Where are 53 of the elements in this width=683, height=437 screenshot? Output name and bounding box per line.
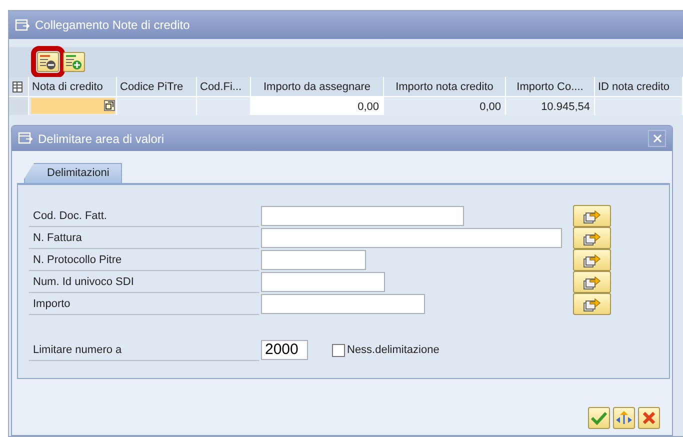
confirm-button[interactable] <box>588 407 610 429</box>
close-icon <box>652 134 662 144</box>
multiple-selection-button[interactable] <box>573 227 611 249</box>
cancel-button[interactable] <box>638 407 660 429</box>
multiple-selection-icon <box>583 296 601 312</box>
checkmark-icon <box>591 411 607 425</box>
column-header[interactable]: Nota di credito <box>29 77 117 96</box>
field-label: Importo <box>29 294 259 314</box>
window-icon <box>15 18 31 32</box>
window-icon <box>18 132 34 145</box>
table-cell <box>197 96 251 115</box>
column-settings-icon[interactable] <box>9 77 29 96</box>
multiple-selection-button[interactable] <box>573 271 611 293</box>
arrows-icon <box>615 410 633 426</box>
field-label: Limitare numero a <box>29 340 259 360</box>
remove-row-icon <box>39 54 57 70</box>
input-field[interactable] <box>261 228 562 248</box>
add-row-button[interactable] <box>63 52 85 72</box>
input-field[interactable] <box>261 206 464 226</box>
table-cell: 0,00 <box>384 96 506 115</box>
checkbox-label: Ness.delimitazione <box>347 342 440 358</box>
multiple-selection-button[interactable] <box>613 407 635 429</box>
close-button[interactable] <box>648 130 666 147</box>
column-header[interactable]: Importo Co.... <box>506 77 595 96</box>
table-cell: 10.945,54 <box>506 96 595 115</box>
input-field[interactable] <box>261 250 366 270</box>
column-header[interactable]: Cod.Fi... <box>197 77 251 96</box>
field-label: Cod. Doc. Fatt. <box>29 206 259 226</box>
multiple-selection-icon <box>583 208 601 224</box>
field-label: N. Fattura <box>29 228 259 248</box>
multiple-selection-button[interactable] <box>573 293 611 315</box>
column-header[interactable]: ID nota credito <box>595 77 683 96</box>
cancel-icon <box>642 411 656 425</box>
dialog-title: Delimitare area di valori <box>38 130 164 148</box>
input-field[interactable] <box>261 294 425 314</box>
column-header[interactable]: Importo da assegnare <box>251 77 384 96</box>
tab[interactable]: Delimitazioni <box>24 163 122 183</box>
window-title: Collegamento Note di credito <box>35 17 190 34</box>
multiple-selection-icon <box>583 252 601 268</box>
table-cell: 0,00 <box>251 96 384 115</box>
field-label: N. Protocollo Pitre <box>29 250 259 270</box>
add-row-icon <box>65 54 83 70</box>
input-field[interactable] <box>31 98 115 114</box>
multiple-selection-button[interactable] <box>573 249 611 271</box>
column-header[interactable]: Codice PiTre <box>117 77 197 96</box>
field-label: Num. Id univoco SDI <box>29 272 259 292</box>
multiple-selection-button[interactable] <box>573 205 611 227</box>
input-field[interactable]: 2000 <box>261 340 308 360</box>
multiple-selection-icon <box>583 274 601 290</box>
multiple-selection-icon <box>583 230 601 246</box>
column-header[interactable]: Importo nota credito <box>384 77 506 96</box>
checkbox[interactable] <box>332 344 345 356</box>
input-field[interactable] <box>261 272 385 292</box>
